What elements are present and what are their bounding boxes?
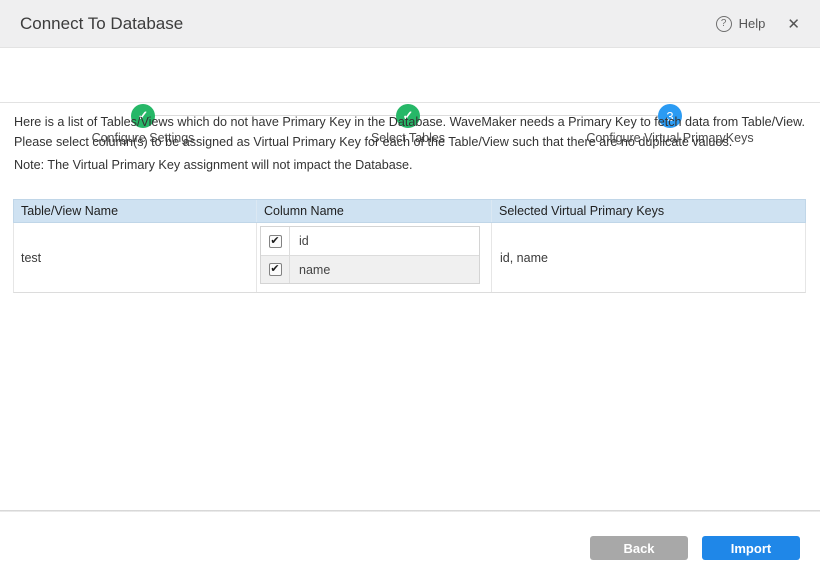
table-view-name-cell: test xyxy=(14,223,256,292)
checkbox-id[interactable]: ✔ xyxy=(269,235,282,248)
column-name-cell: ✔ id ✔ name xyxy=(256,223,491,292)
column-label-id: id xyxy=(290,234,309,248)
column-list-item-name: ✔ name xyxy=(261,255,479,283)
back-button[interactable]: Back xyxy=(590,536,688,560)
checkbox-cell: ✔ xyxy=(261,256,290,283)
dialog-title: Connect To Database xyxy=(20,14,183,34)
help-icon[interactable]: ? xyxy=(716,16,732,32)
column-checkbox-list: ✔ id ✔ name xyxy=(260,226,480,284)
footer-divider xyxy=(0,510,820,512)
wizard-stepper: ✓ ✓ 3 Configure Settings Select Tables C… xyxy=(0,48,820,103)
note-text: Note: The Virtual Primary Key assignment… xyxy=(14,158,413,172)
column-label-name: name xyxy=(290,263,330,277)
import-button[interactable]: Import xyxy=(702,536,800,560)
column-header-table-view-name: Table/View Name xyxy=(14,200,256,222)
close-icon[interactable]: ✕ xyxy=(787,15,800,33)
header-actions: ? Help ✕ xyxy=(716,15,800,33)
description-text: Here is a list of Tables/Views which do … xyxy=(14,113,806,152)
column-list-item-id: ✔ id xyxy=(261,227,479,255)
column-header-column-name: Column Name xyxy=(256,200,491,222)
table-row: test ✔ id ✔ name id, name xyxy=(13,223,806,293)
selected-keys-cell: id, name xyxy=(491,223,805,292)
table-header-row: Table/View Name Column Name Selected Vir… xyxy=(13,199,806,223)
checkbox-name[interactable]: ✔ xyxy=(269,263,282,276)
dialog-header: Connect To Database ? Help ✕ xyxy=(0,0,820,48)
column-header-selected-keys: Selected Virtual Primary Keys xyxy=(491,200,805,222)
checkbox-cell: ✔ xyxy=(261,227,290,255)
help-link[interactable]: Help xyxy=(739,16,766,31)
primary-keys-table: Table/View Name Column Name Selected Vir… xyxy=(13,199,806,293)
